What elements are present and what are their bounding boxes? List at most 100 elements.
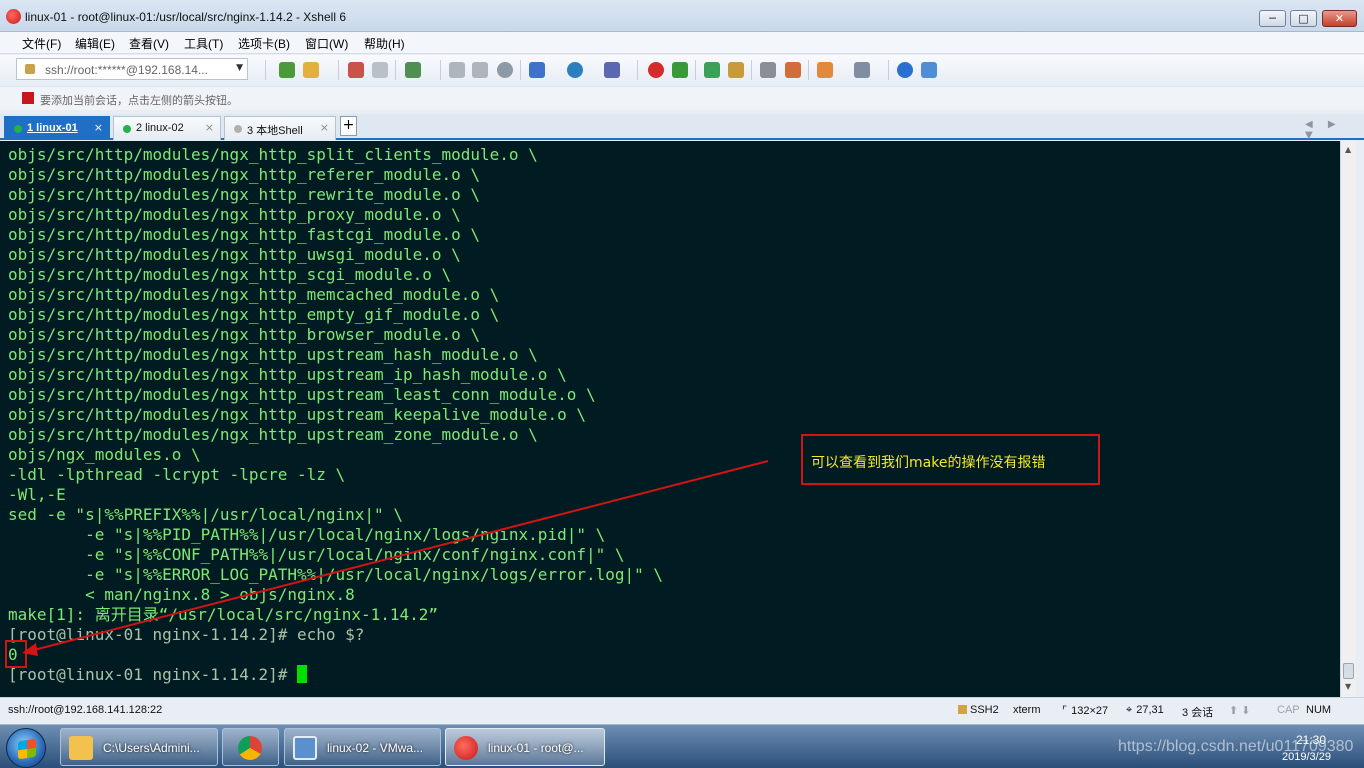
paste-icon[interactable] — [472, 62, 488, 78]
terminal-line: objs/src/http/modules/ngx_http_upstream_… — [8, 365, 567, 384]
toolbar-separator — [751, 60, 752, 80]
keyboard-icon[interactable] — [760, 62, 776, 78]
vmware-icon — [293, 736, 317, 760]
add-tab-button[interactable]: + — [340, 116, 357, 136]
layout-icon[interactable] — [529, 62, 545, 78]
taskbar-label: C:\Users\Admini... — [103, 741, 200, 755]
tab-linux-02[interactable]: 2 linux-02 × — [113, 116, 221, 140]
xshell-icon — [454, 736, 478, 760]
properties-icon[interactable] — [405, 62, 421, 78]
lock-screen-icon[interactable] — [728, 62, 744, 78]
terminal-line: objs/src/http/modules/ngx_http_browser_m… — [8, 325, 481, 344]
taskbar-xshell[interactable]: linux-01 - root@... — [445, 728, 605, 766]
terminal-line: objs/src/http/modules/ngx_http_upstream_… — [8, 425, 538, 444]
clock-date[interactable]: 2019/3/29 — [1282, 751, 1331, 763]
window-title: linux-01 - root@linux-01:/usr/local/src/… — [25, 10, 346, 24]
search-icon[interactable] — [497, 62, 513, 78]
menu-help[interactable]: 帮助(H) — [364, 35, 405, 52]
terminal-line: objs/src/http/modules/ngx_http_proxy_mod… — [8, 205, 461, 224]
session-nav-arrows[interactable]: ⬆ ⬇ — [1229, 704, 1251, 717]
maximize-button[interactable]: □ — [1290, 10, 1317, 27]
chevron-down-icon[interactable]: ▼ — [236, 63, 243, 73]
taskbar-vmware[interactable]: linux-02 - VMwa... — [284, 728, 441, 766]
tab-bar: 1 linux-01 × 2 linux-02 × 3 本地Shell × — [0, 114, 1364, 140]
terminal-line: objs/src/http/modules/ngx_http_scgi_modu… — [8, 265, 452, 284]
scroll-up-icon[interactable]: ▲ — [1345, 145, 1351, 154]
status-size: ⌜ 132×27 — [1062, 704, 1108, 717]
xftp-icon[interactable] — [648, 62, 664, 78]
chat-icon[interactable] — [921, 62, 937, 78]
status-caps: CAP — [1277, 704, 1300, 716]
taskbar-chrome[interactable] — [222, 728, 279, 766]
new-session-icon[interactable] — [279, 62, 295, 78]
terminal-line: objs/src/http/modules/ngx_http_memcached… — [8, 285, 500, 304]
globe-icon[interactable] — [567, 62, 583, 78]
terminal-line: objs/src/http/modules/ngx_http_fastcgi_m… — [8, 225, 481, 244]
font-icon[interactable] — [604, 62, 620, 78]
menu-window[interactable]: 窗口(W) — [305, 35, 348, 52]
compose-icon[interactable] — [817, 62, 833, 78]
hint-bar: 要添加当前会话，点击左侧的箭头按钮。 — [0, 86, 1364, 110]
resize-icon: ⌜ — [1062, 705, 1068, 717]
annotation-callout: 可以查看到我们make的操作没有报错 — [801, 434, 1100, 485]
connected-status-icon — [14, 125, 22, 133]
menu-tools[interactable]: 工具(T) — [184, 35, 223, 52]
terminal-scrollbar[interactable]: ▲ ▼ — [1340, 141, 1356, 697]
xshell-logo-icon — [6, 9, 21, 24]
menu-file[interactable]: 文件(F) — [22, 35, 61, 52]
xmanager-icon[interactable] — [672, 62, 688, 78]
menu-view[interactable]: 查看(V) — [129, 35, 169, 52]
terminal-line: -e "s|%%ERROR_LOG_PATH%%|/usr/local/ngin… — [8, 565, 664, 584]
terminal-line: objs/src/http/modules/ngx_http_upstream_… — [8, 345, 538, 364]
terminal-line: objs/src/http/modules/ngx_http_upstream_… — [8, 385, 596, 404]
scroll-thumb[interactable] — [1343, 663, 1354, 679]
terminal-line: objs/src/http/modules/ngx_http_upstream_… — [8, 405, 586, 424]
status-protocol: SSH2 — [958, 704, 999, 716]
tab-navigation-arrows[interactable]: ◀ ▶ ▼ — [1305, 119, 1364, 141]
menu-tab[interactable]: 选项卡(B) — [238, 35, 290, 52]
tab-label: 3 本地Shell — [247, 125, 303, 137]
start-button[interactable] — [6, 728, 46, 768]
menu-edit[interactable]: 编辑(E) — [75, 35, 115, 52]
add-session-arrow-icon[interactable] — [22, 92, 34, 104]
toolbar-separator — [265, 60, 266, 80]
hint-text: 要添加当前会话，点击左侧的箭头按钮。 — [40, 94, 238, 107]
terminal-output[interactable]: objs/src/http/modules/ngx_http_split_cli… — [0, 141, 1340, 697]
terminal-line: objs/ngx_modules.o \ — [8, 445, 201, 464]
terminal-prompt-line[interactable]: [root@linux-01 nginx-1.14.2]# — [8, 665, 663, 685]
toolbar-separator — [808, 60, 809, 80]
status-terminal-type: xterm — [1013, 704, 1041, 716]
close-tab-icon[interactable]: × — [320, 121, 329, 134]
close-button[interactable]: ✕ — [1322, 10, 1357, 27]
toolbar-separator — [637, 60, 638, 80]
help-icon[interactable] — [897, 62, 913, 78]
terminal-line: objs/src/http/modules/ngx_http_referer_m… — [8, 165, 481, 184]
taskbar-explorer[interactable]: C:\Users\Admini... — [60, 728, 218, 766]
taskbar-label: linux-02 - VMwa... — [327, 741, 424, 755]
terminal-line: objs/src/http/modules/ngx_http_rewrite_m… — [8, 185, 481, 204]
status-connection: ssh://root@192.168.141.128:22 — [8, 704, 163, 716]
open-folder-icon[interactable] — [303, 62, 319, 78]
session-address-combo[interactable]: ssh://root:******@192.168.14... ▼ — [16, 58, 248, 80]
fullscreen-icon[interactable] — [704, 62, 720, 78]
status-bar: ssh://root@192.168.141.128:22 SSH2 xterm… — [0, 697, 1364, 721]
copy-icon[interactable] — [449, 62, 465, 78]
toolbar-separator — [338, 60, 339, 80]
disconnect-icon[interactable] — [372, 62, 388, 78]
windows-logo-icon — [18, 738, 36, 760]
tab-local-shell[interactable]: 3 本地Shell × — [224, 116, 336, 140]
title-bar: linux-01 - root@linux-01:/usr/local/src/… — [0, 0, 1364, 32]
scroll-down-icon[interactable]: ▼ — [1345, 682, 1351, 691]
terminal-lines: objs/src/http/modules/ngx_http_split_cli… — [8, 145, 663, 685]
highlight-icon[interactable] — [785, 62, 801, 78]
size-label: 132×27 — [1071, 705, 1109, 717]
lock-icon — [25, 64, 35, 74]
close-tab-icon[interactable]: × — [205, 121, 214, 134]
tab-layout-icon[interactable] — [854, 62, 870, 78]
close-tab-icon[interactable]: × — [94, 121, 103, 134]
tab-linux-01[interactable]: 1 linux-01 × — [4, 116, 110, 140]
minimize-button[interactable]: ─ — [1259, 10, 1286, 27]
connect-icon[interactable] — [348, 62, 364, 78]
clock-time[interactable]: 21:30 — [1296, 733, 1326, 747]
chrome-icon — [238, 736, 262, 760]
